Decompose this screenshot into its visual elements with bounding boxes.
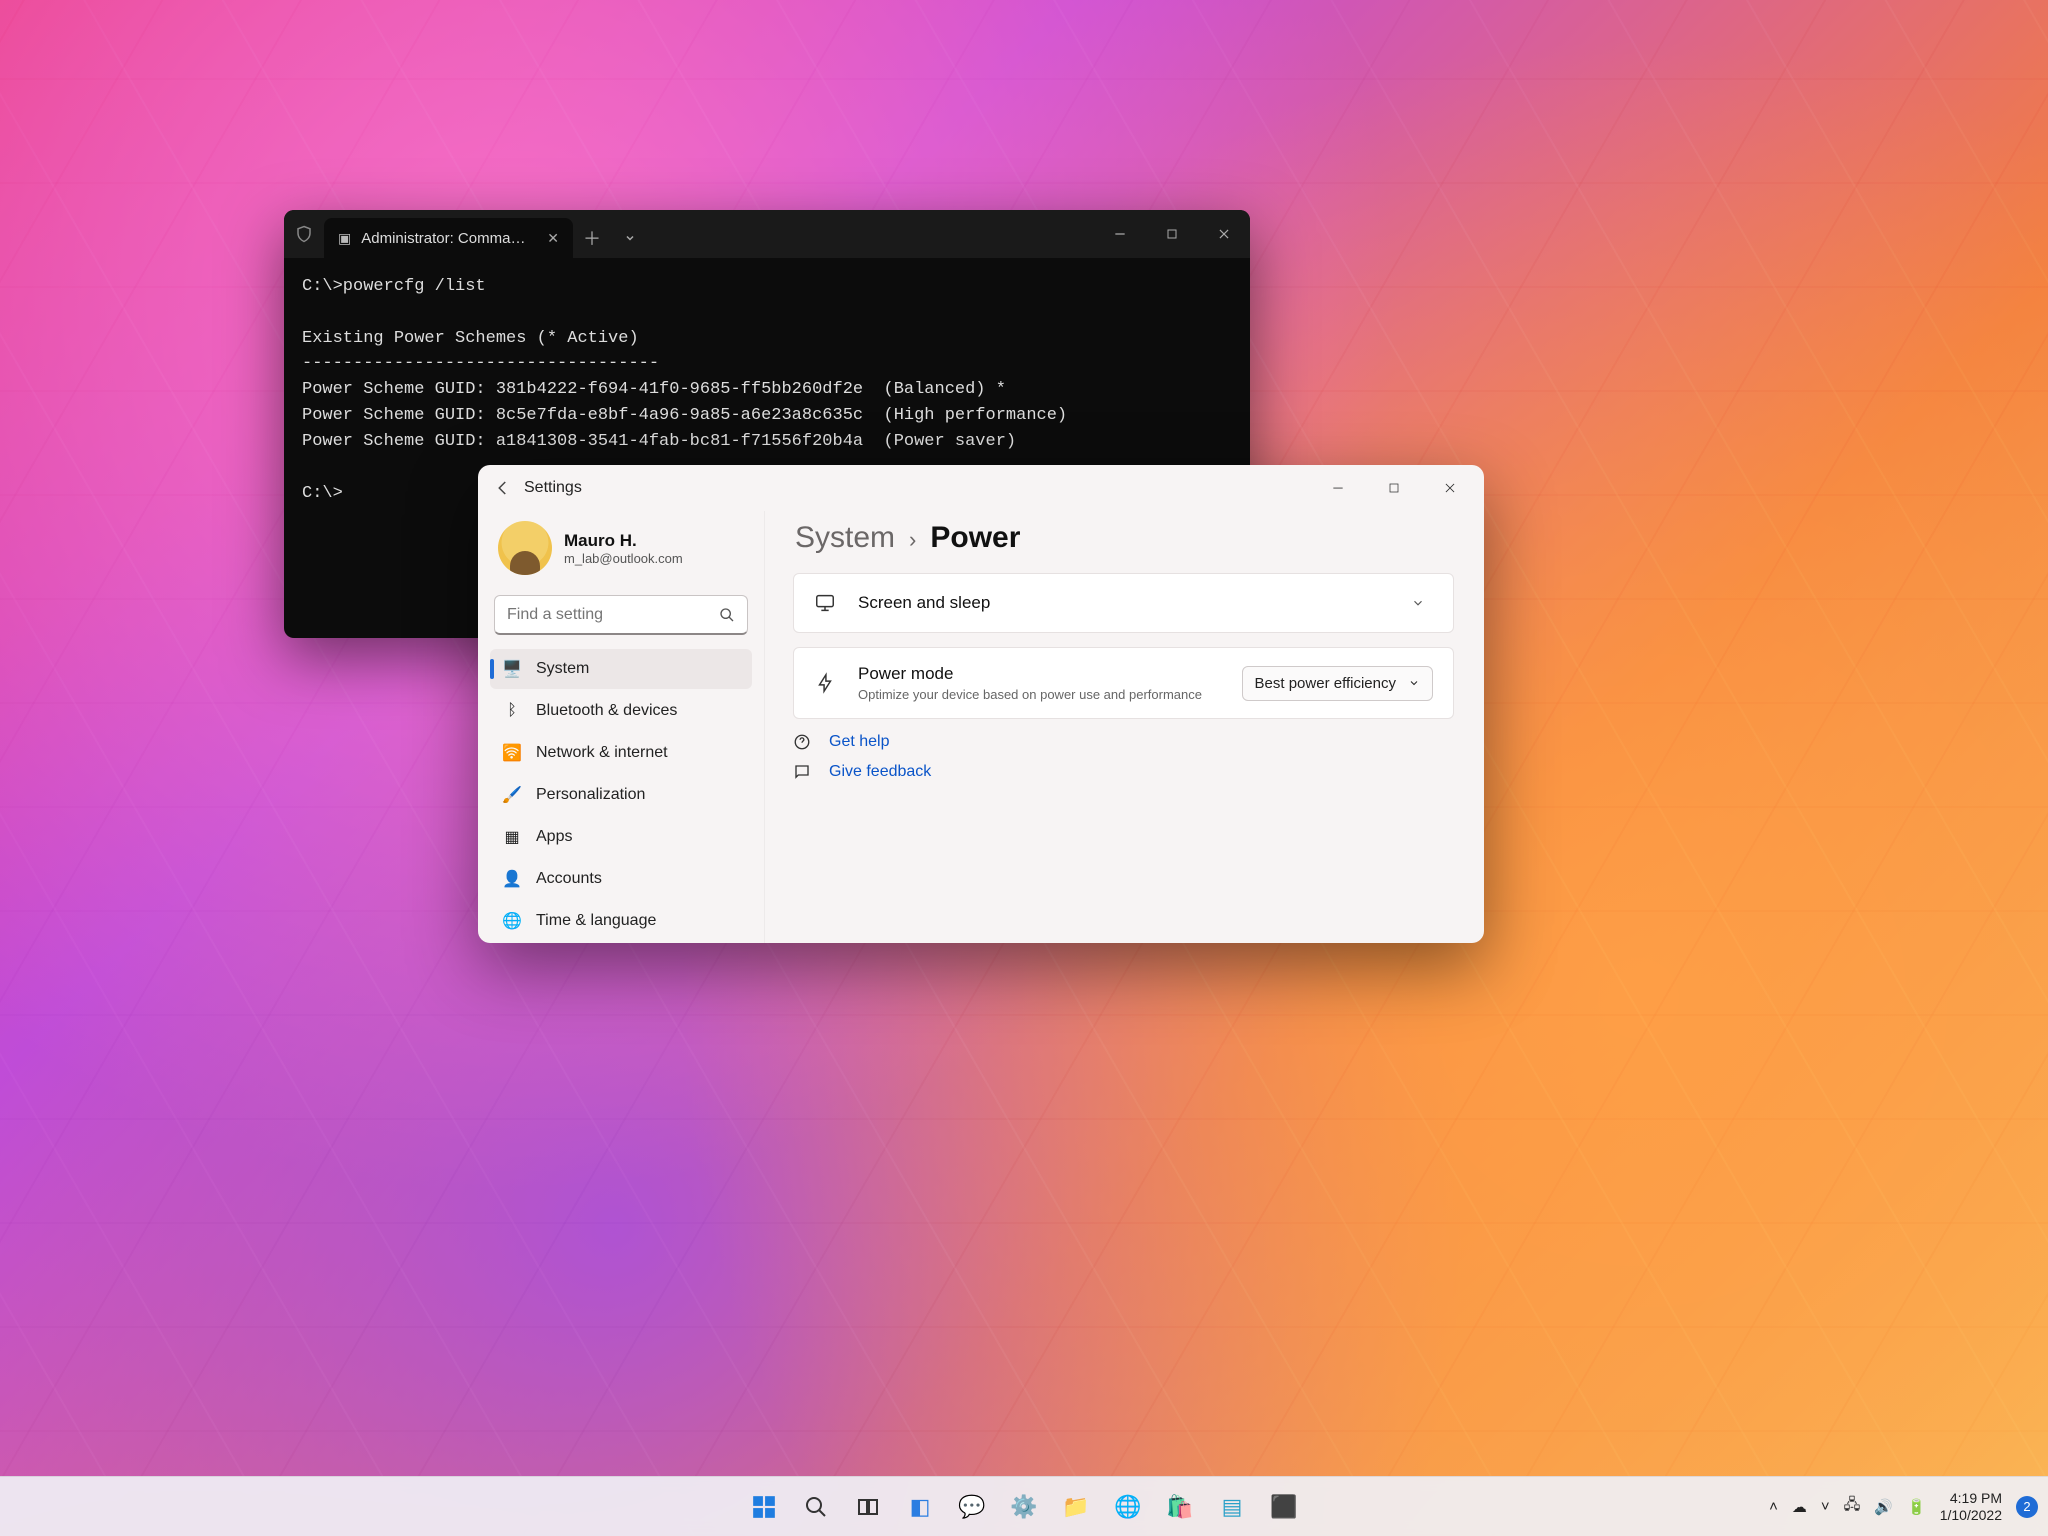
minimize-button[interactable] (1310, 465, 1366, 511)
nav-icon: 🖥️ (502, 659, 522, 679)
sidebar-item-label: Apps (536, 828, 572, 846)
tab-close-icon[interactable]: ✕ (547, 230, 559, 247)
power-mode-dropdown[interactable]: Best power efficiency (1242, 666, 1433, 701)
profile-name: Mauro H. (564, 531, 683, 551)
shield-icon (284, 225, 324, 243)
widgets-button[interactable]: ◧ (900, 1487, 940, 1527)
settings-window: Settings Mauro H. m_lab@outlook.com (478, 465, 1484, 943)
sidebar-item-label: Network & internet (536, 744, 668, 762)
sidebar-item-label: System (536, 660, 589, 678)
breadcrumb-parent[interactable]: System (795, 521, 895, 555)
taskview-button[interactable] (848, 1487, 888, 1527)
explorer-taskbar-icon[interactable]: 📁 (1056, 1487, 1096, 1527)
settings-search[interactable] (494, 595, 748, 635)
nav-icon: ▦ (502, 827, 522, 847)
get-help-link[interactable]: Get help (829, 733, 889, 751)
terminal-taskbar-icon[interactable]: ⬛ (1264, 1487, 1304, 1527)
sidebar-item-label: Personalization (536, 786, 645, 804)
network-icon[interactable]: 🖧 (1844, 1494, 1861, 1519)
cmd-icon: ▣ (338, 230, 351, 247)
chevron-down-icon (1408, 677, 1420, 689)
store-taskbar-icon[interactable]: 🛍️ (1160, 1487, 1200, 1527)
sidebar-item-system[interactable]: 🖥️ System (490, 649, 752, 689)
terminal-titlebar[interactable]: ▣ Administrator: Command Prom… ✕ ＋ (284, 210, 1250, 258)
terminal-tab-title: Administrator: Command Prom… (361, 230, 531, 247)
chevron-down-icon (1403, 590, 1433, 616)
nav-icon: 👤 (502, 869, 522, 889)
settings-nav: 🖥️ Systemᛒ Bluetooth & devices🛜 Network … (490, 649, 752, 941)
screen-and-sleep-row[interactable]: Screen and sleep (793, 573, 1454, 633)
clock[interactable]: 4:19 PM 1/10/2022 (1940, 1490, 2002, 1524)
search-input[interactable] (507, 606, 719, 624)
date-label: 1/10/2022 (1940, 1507, 2002, 1524)
tray-chevron-down-icon[interactable]: ˅ (1821, 1498, 1830, 1515)
terminal-tab[interactable]: ▣ Administrator: Command Prom… ✕ (324, 218, 573, 258)
sidebar-item-bluetooth-devices[interactable]: ᛒ Bluetooth & devices (490, 691, 752, 731)
sidebar-item-accounts[interactable]: 👤 Accounts (490, 859, 752, 899)
tray-chevron-icon[interactable]: ˄ (1769, 1498, 1778, 1515)
nav-icon: 🖌️ (502, 785, 522, 805)
sidebar-item-time-language[interactable]: 🌐 Time & language (490, 901, 752, 941)
time-label: 4:19 PM (1940, 1490, 2002, 1507)
sidebar-item-label: Accounts (536, 870, 602, 888)
sidebar-item-label: Bluetooth & devices (536, 702, 677, 720)
taskbar[interactable]: ◧ 💬 ⚙️ 📁 🌐 🛍️ ▤ ⬛ ˄ ☁ ˅ 🖧 🔊 🔋 4:19 PM 1/… (0, 1476, 2048, 1536)
search-button[interactable] (796, 1487, 836, 1527)
maximize-button[interactable] (1146, 210, 1198, 258)
settings-content: System › Power Screen and sleep (764, 511, 1484, 943)
search-icon (719, 607, 735, 623)
edge-taskbar-icon[interactable]: 🌐 (1108, 1487, 1148, 1527)
power-mode-title: Power mode (858, 664, 1202, 684)
system-tray[interactable]: ˄ ☁ ˅ 🖧 🔊 🔋 4:19 PM 1/10/2022 2 (1769, 1477, 2038, 1536)
power-mode-selected: Best power efficiency (1255, 675, 1396, 692)
taskbar-center: ◧ 💬 ⚙️ 📁 🌐 🛍️ ▤ ⬛ (744, 1487, 1304, 1527)
get-help-row[interactable]: Get help (793, 733, 1454, 751)
battery-icon[interactable]: 🔋 (1907, 1498, 1926, 1516)
close-button[interactable] (1198, 210, 1250, 258)
tab-dropdown-button[interactable] (611, 218, 649, 258)
nav-icon: 🌐 (502, 911, 522, 931)
app-taskbar-icon[interactable]: ▤ (1212, 1487, 1252, 1527)
minimize-button[interactable] (1094, 210, 1146, 258)
volume-icon[interactable]: 🔊 (1874, 1498, 1893, 1516)
display-icon (814, 592, 840, 614)
chevron-right-icon: › (909, 527, 916, 553)
screen-and-sleep-label: Screen and sleep (858, 593, 990, 613)
settings-taskbar-icon[interactable]: ⚙️ (1004, 1487, 1044, 1527)
settings-titlebar[interactable]: Settings (478, 465, 1484, 511)
onedrive-icon[interactable]: ☁ (1792, 1498, 1807, 1516)
sidebar-item-personalization[interactable]: 🖌️ Personalization (490, 775, 752, 815)
maximize-button[interactable] (1366, 465, 1422, 511)
back-button[interactable] (484, 469, 522, 507)
settings-sidebar: Mauro H. m_lab@outlook.com 🖥️ Systemᛒ Bl… (478, 511, 764, 943)
power-mode-subtitle: Optimize your device based on power use … (858, 687, 1202, 702)
nav-icon: ᛒ (502, 702, 522, 720)
settings-app-title: Settings (524, 479, 582, 497)
notification-badge[interactable]: 2 (2016, 1496, 2038, 1518)
give-feedback-row[interactable]: Give feedback (793, 763, 1454, 781)
avatar (498, 521, 552, 575)
start-button[interactable] (744, 1487, 784, 1527)
sidebar-item-label: Time & language (536, 912, 656, 930)
nav-icon: 🛜 (502, 743, 522, 763)
power-icon (814, 672, 840, 694)
close-button[interactable] (1422, 465, 1478, 511)
give-feedback-link[interactable]: Give feedback (829, 763, 931, 781)
breadcrumb: System › Power (795, 521, 1454, 555)
chat-button[interactable]: 💬 (952, 1487, 992, 1527)
new-tab-button[interactable]: ＋ (573, 218, 611, 258)
sidebar-item-apps[interactable]: ▦ Apps (490, 817, 752, 857)
profile-email: m_lab@outlook.com (564, 551, 683, 566)
profile-block[interactable]: Mauro H. m_lab@outlook.com (490, 517, 752, 589)
desktop: ▣ Administrator: Command Prom… ✕ ＋ C:\>p… (0, 0, 2048, 1536)
power-mode-row: Power mode Optimize your device based on… (793, 647, 1454, 719)
help-icon (793, 733, 815, 751)
feedback-icon (793, 763, 815, 781)
sidebar-item-network-internet[interactable]: 🛜 Network & internet (490, 733, 752, 773)
breadcrumb-current: Power (930, 521, 1020, 555)
